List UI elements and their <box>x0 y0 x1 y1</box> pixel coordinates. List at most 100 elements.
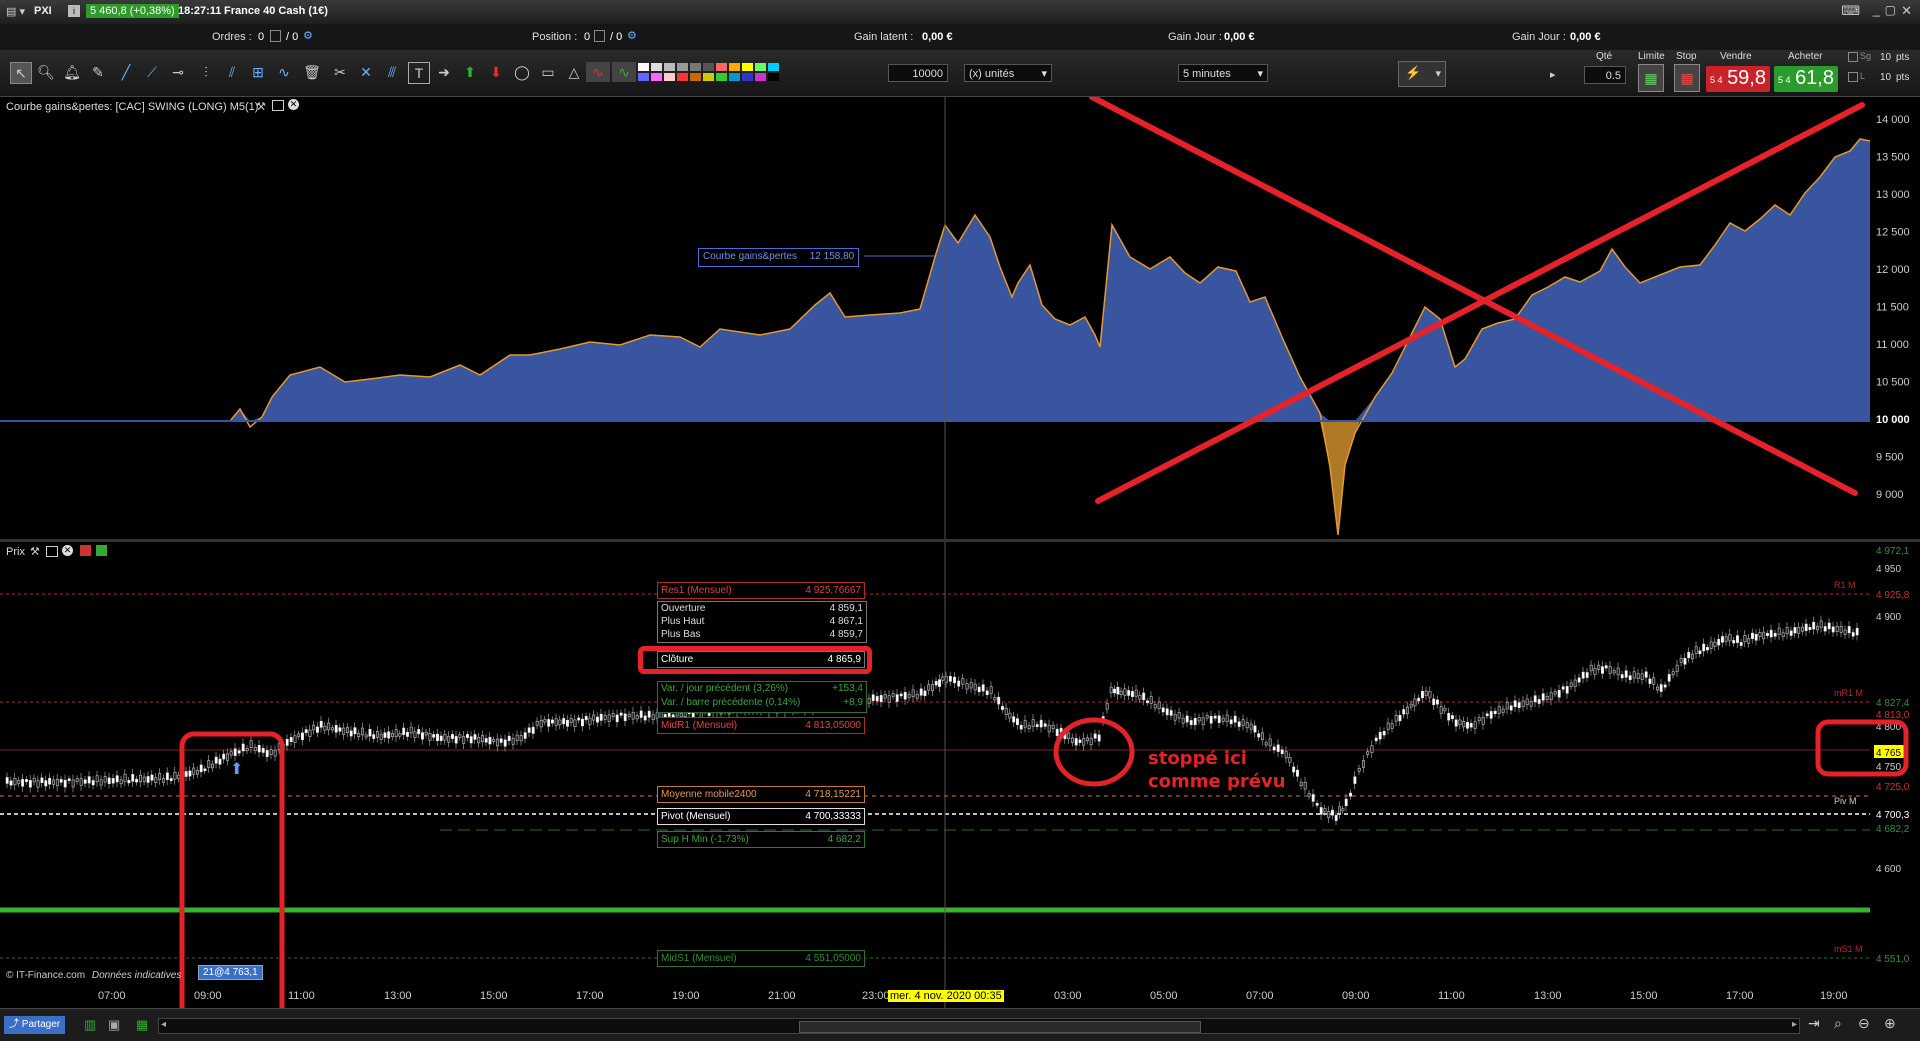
quantity-input[interactable]: 10000 <box>888 64 948 82</box>
color-swatch[interactable] <box>638 73 649 81</box>
color-swatch[interactable] <box>703 73 714 81</box>
limit-order-icon[interactable]: ▦ <box>1638 64 1664 92</box>
fibonacci-icon[interactable]: ⊞ <box>248 62 268 82</box>
color-swatch[interactable] <box>768 73 779 81</box>
color-swatch[interactable] <box>638 63 649 71</box>
candle <box>1153 704 1157 709</box>
layout-icon[interactable]: ▥ <box>84 1017 96 1033</box>
sell-button[interactable]: 5 4 59,8 <box>1706 66 1770 92</box>
ellipse-tool-icon[interactable]: ◯ <box>512 62 532 82</box>
price-chart[interactable]: 4 972,1 4 950 4 925,8 4 900 4 827,44 813,0 4 … <box>0 542 1920 1008</box>
horizontal-scrollbar[interactable]: ◂ ▸ <box>158 1018 1800 1034</box>
color-swatch[interactable] <box>742 73 753 81</box>
color-swatch[interactable] <box>651 63 662 71</box>
line-color-green-icon[interactable]: ∿ <box>612 62 636 82</box>
unit-select[interactable]: (x) unités ▾ <box>964 64 1052 82</box>
time-tick: 19:00 <box>672 990 700 1002</box>
share-button[interactable]: ⤴ Partager <box>4 1016 66 1034</box>
auto-scroll-icon[interactable]: ⇥ <box>1808 1015 1820 1032</box>
line-tool-icon[interactable]: ╱ <box>116 62 136 82</box>
cross-tool-icon[interactable]: ✕ <box>356 62 376 82</box>
color-swatch[interactable] <box>677 63 688 71</box>
color-swatch[interactable] <box>651 73 662 81</box>
maximize-icon[interactable]: ▢ <box>1885 3 1896 17</box>
candle <box>1016 718 1019 726</box>
pointer-icon[interactable]: ↖ <box>10 62 32 84</box>
color-swatch[interactable] <box>664 63 675 71</box>
sg-checkbox[interactable] <box>1848 52 1858 62</box>
candle <box>1851 632 1855 637</box>
rectangle-tool-icon[interactable]: ▭ <box>538 62 558 82</box>
candle <box>413 731 417 738</box>
arrow-right-icon[interactable]: ➜ <box>434 62 454 82</box>
scroll-thumb[interactable] <box>799 1021 1201 1033</box>
expand-arrow-icon[interactable]: ▸ <box>1550 68 1556 81</box>
color-swatch[interactable] <box>690 73 701 81</box>
candle <box>1675 664 1679 673</box>
ray-tool-icon[interactable]: ⟋ <box>142 62 162 82</box>
candle <box>573 719 577 728</box>
close-icon[interactable]: ✕ <box>1901 3 1912 19</box>
keyboard-icon[interactable]: ⌨ <box>1841 3 1860 19</box>
ma-value: 4 718,15221 <box>805 789 861 800</box>
candle <box>1019 724 1023 730</box>
timeframe-select[interactable]: 5 minutes ▾ <box>1178 64 1268 82</box>
order-tag[interactable]: 21@4 763,1 <box>198 965 263 980</box>
parallel-tool-icon[interactable]: ⫻ <box>382 62 402 82</box>
color-swatch[interactable] <box>729 63 740 71</box>
l-checkbox[interactable] <box>1848 72 1858 82</box>
zoom-icon[interactable]: 🔍︎ <box>36 62 56 82</box>
qty-input[interactable]: 0.5 <box>1584 66 1626 84</box>
triangle-tool-icon[interactable]: △ <box>564 62 584 82</box>
orders-settings-icon[interactable]: ⚙ <box>303 29 313 42</box>
scroll-right-icon[interactable]: ▸ <box>1792 1019 1797 1030</box>
candle <box>1177 712 1181 719</box>
zoom-out-icon[interactable]: ⊖ <box>1858 1015 1870 1032</box>
candle <box>1071 737 1074 743</box>
candle <box>59 779 63 783</box>
arrow-down-icon[interactable]: ⬇ <box>486 62 506 82</box>
color-swatch[interactable] <box>703 63 714 71</box>
equity-chart[interactable]: 14 000 13 500 13 000 12 500 12 000 11 500 11 0… <box>0 97 1920 539</box>
color-swatch[interactable] <box>755 73 766 81</box>
position-settings-icon[interactable]: ⚙ <box>627 29 637 42</box>
color-swatch[interactable] <box>690 63 701 71</box>
tools-icon[interactable]: ✂ <box>330 62 350 82</box>
color-swatch[interactable] <box>716 73 727 81</box>
color-swatch[interactable] <box>755 63 766 71</box>
app-menu-icon[interactable]: ▤ ▾ <box>6 5 25 18</box>
buy-button[interactable]: 5 4 61,8 <box>1774 66 1838 92</box>
channel-tool-icon[interactable]: ⫽ <box>222 62 242 82</box>
eraser-icon[interactable]: ✎ <box>88 62 108 82</box>
color-palette[interactable] <box>638 62 792 82</box>
vline-tool-icon[interactable]: ⫶ <box>196 62 216 82</box>
color-swatch[interactable] <box>716 63 727 71</box>
text-tool-icon[interactable]: T <box>408 62 430 84</box>
zoom-in-icon[interactable]: ⊕ <box>1884 1015 1896 1032</box>
stop-order-icon[interactable]: ▦ <box>1674 64 1700 92</box>
candle <box>1827 622 1831 630</box>
candle <box>903 692 907 700</box>
strategy-button[interactable]: ⚡ ▾ <box>1398 61 1446 87</box>
line-color-red-icon[interactable]: ∿ <box>586 62 610 82</box>
wave-tool-icon[interactable]: ∿ <box>274 62 294 82</box>
color-swatch[interactable] <box>729 73 740 81</box>
color-swatch[interactable] <box>768 63 779 71</box>
orders-flag-icon[interactable] <box>270 30 281 42</box>
window-icon[interactable]: ▣ <box>108 1017 120 1033</box>
candle <box>1739 642 1743 646</box>
color-swatch[interactable] <box>742 63 753 71</box>
color-swatch[interactable] <box>677 73 688 81</box>
grid-icon[interactable]: ▦ <box>136 1017 148 1033</box>
position-flag-icon[interactable] <box>594 30 605 42</box>
minimize-icon[interactable]: _ <box>1873 2 1880 17</box>
info-icon[interactable]: i <box>68 5 80 17</box>
arrow-up-icon[interactable]: ⬆ <box>460 62 480 82</box>
zoom-icon[interactable]: ⌕ <box>1834 1015 1842 1032</box>
trash-icon[interactable]: 🗑︎ <box>302 62 322 82</box>
alert-bell-icon[interactable]: 🔔︎ <box>62 62 82 82</box>
color-swatch[interactable] <box>664 73 675 81</box>
hline-tool-icon[interactable]: ⊸ <box>168 62 188 82</box>
scroll-left-icon[interactable]: ◂ <box>161 1019 166 1030</box>
candle <box>95 775 99 783</box>
